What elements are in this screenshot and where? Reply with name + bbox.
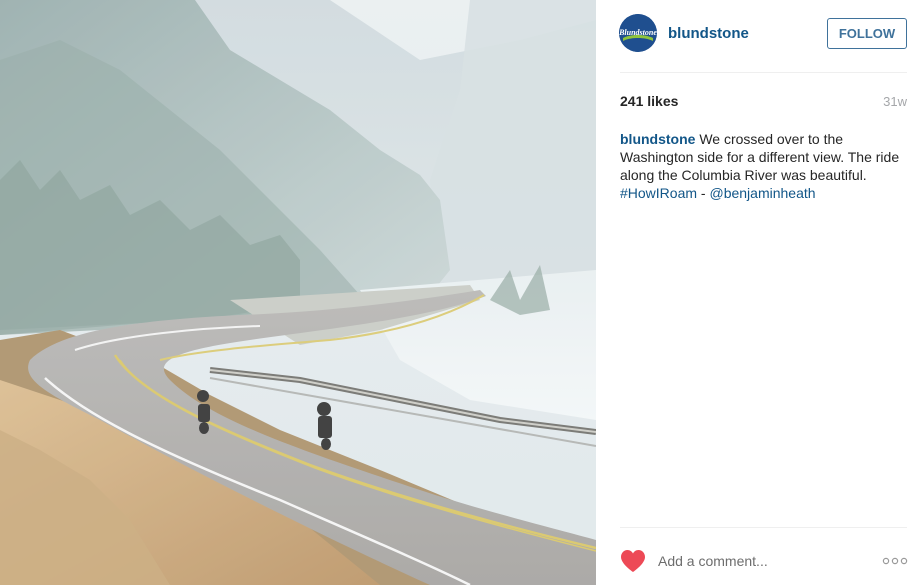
- post-header: Blundstone blundstone FOLLOW: [596, 0, 922, 72]
- blundstone-logo-icon: Blundstone: [619, 14, 657, 52]
- heart-icon[interactable]: [620, 549, 646, 573]
- post-photo[interactable]: [0, 0, 596, 585]
- likes-count[interactable]: 241 likes: [620, 93, 678, 109]
- post-timestamp[interactable]: 31w: [883, 94, 907, 109]
- motorcycle-road-photo: [0, 0, 596, 585]
- follow-button[interactable]: FOLLOW: [827, 18, 907, 49]
- caption-username-link[interactable]: blundstone: [620, 131, 695, 147]
- caption-separator: -: [697, 185, 710, 201]
- avatar-logo-text: Blundstone: [619, 28, 657, 37]
- post-details-panel: Blundstone blundstone FOLLOW 241 likes 3…: [596, 0, 922, 585]
- mention-link[interactable]: @benjaminheath: [709, 185, 815, 201]
- add-comment-input[interactable]: [658, 550, 858, 572]
- comment-divider: [620, 527, 907, 528]
- avatar[interactable]: Blundstone: [619, 14, 657, 52]
- more-options-icon[interactable]: [882, 554, 908, 568]
- header-divider: [620, 72, 907, 73]
- post-caption: blundstone We crossed over to the Washin…: [620, 130, 900, 202]
- username-link[interactable]: blundstone: [668, 25, 749, 42]
- hashtag-link[interactable]: #HowIRoam: [620, 185, 697, 201]
